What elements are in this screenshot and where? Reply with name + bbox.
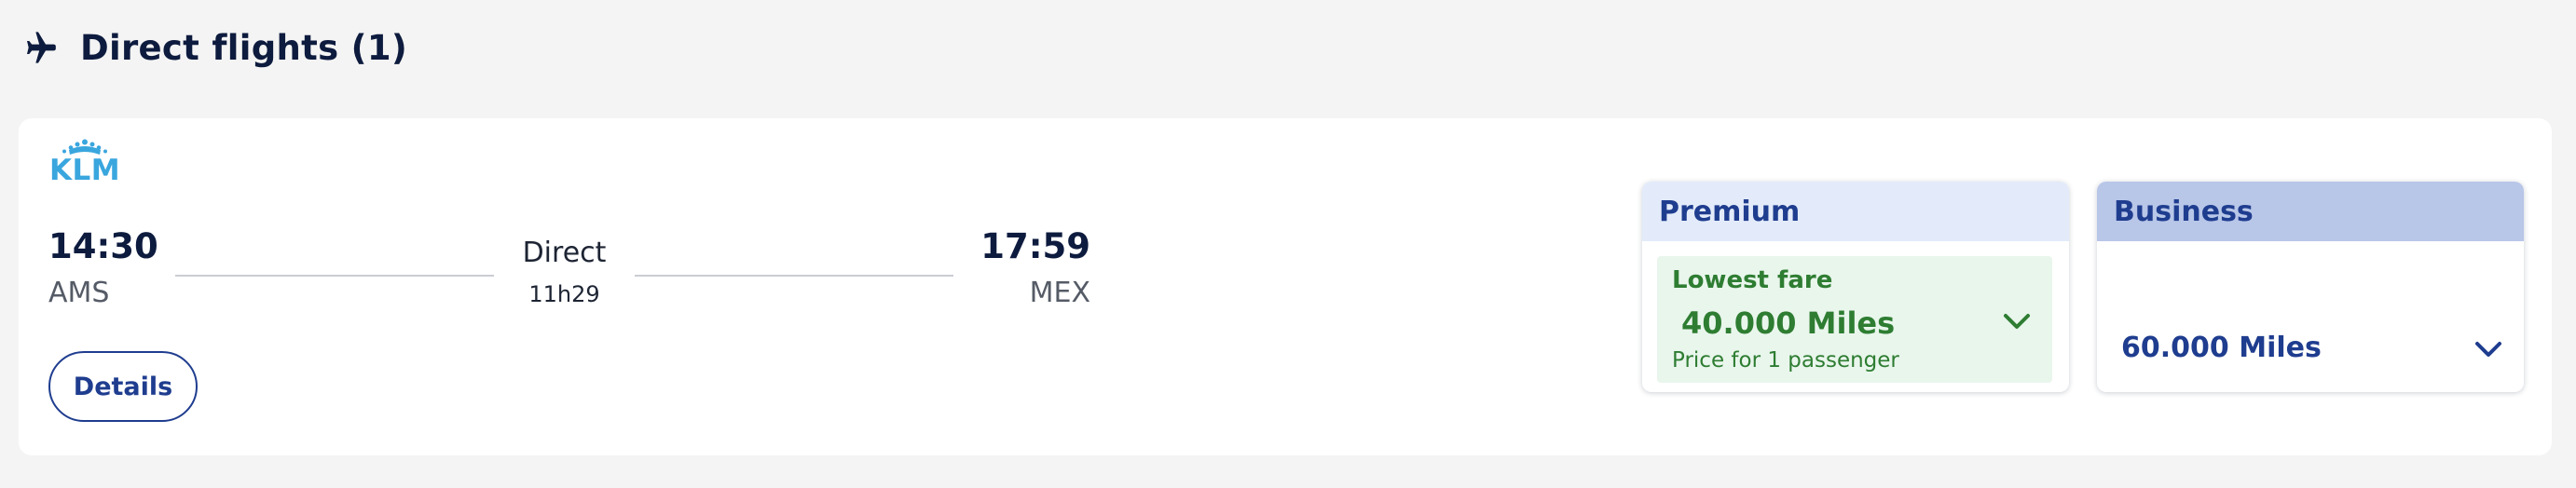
fare-class-label: Premium [1642, 182, 2069, 241]
price-note: Price for 1 passenger [1672, 348, 1899, 373]
route-line-right [635, 275, 953, 277]
stops-label: Direct [522, 237, 607, 269]
lowest-fare-badge: Lowest fare [1672, 266, 1833, 294]
duration-label: 11h29 [528, 281, 600, 307]
departure-time: 14:30 [48, 226, 158, 266]
departure-airport: AMS [48, 277, 110, 309]
fare-card-business[interactable]: Business 60.000 Miles [2097, 182, 2524, 392]
chevron-down-icon[interactable] [2473, 338, 2503, 360]
chevron-down-icon[interactable] [2002, 310, 2032, 332]
fare-card-premium[interactable]: Premium Lowest fare 40.000 Miles Price f… [1642, 182, 2069, 392]
route-line-left [175, 275, 494, 277]
arrival-airport: MEX [1029, 277, 1090, 309]
flight-card: KLM 14:30 AMS Direct 11h29 17:59 MEX Det… [19, 118, 2552, 455]
fare-price: 40.000 Miles [1681, 305, 1896, 341]
details-button[interactable]: Details [48, 351, 198, 422]
airline-logo-text: KLM [48, 154, 121, 187]
airplane-icon [27, 32, 56, 63]
lowest-fare-box: Lowest fare 40.000 Miles Price for 1 pas… [1657, 256, 2052, 383]
section-header: Direct flights (1) [21, 20, 407, 75]
arrival-time: 17:59 [980, 226, 1090, 266]
section-title: Direct flights (1) [80, 27, 408, 68]
fare-price: 60.000 Miles [2121, 332, 2322, 364]
fare-class-label: Business [2097, 182, 2524, 241]
airline-logo: KLM [47, 139, 123, 187]
